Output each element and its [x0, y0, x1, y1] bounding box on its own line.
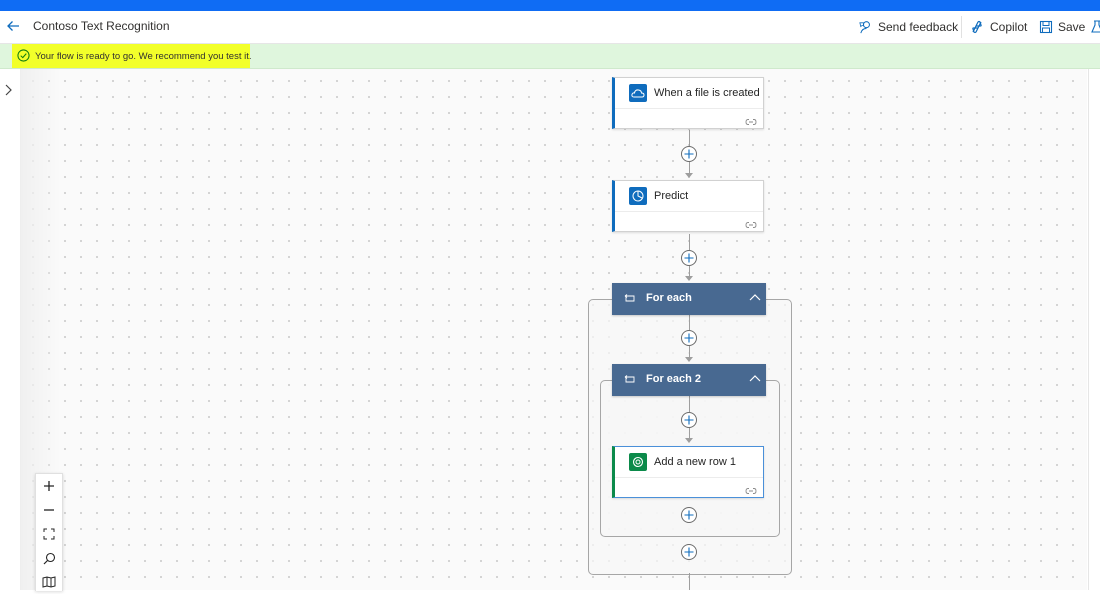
connector-arrow — [685, 173, 693, 178]
feedback-icon — [859, 20, 870, 33]
plus-icon — [684, 253, 694, 263]
connector-arrow — [685, 438, 693, 443]
node-divider — [615, 477, 763, 478]
trigger-node[interactable]: When a file is created — [612, 77, 764, 129]
plus-icon — [684, 415, 694, 425]
chevron-up-icon[interactable] — [748, 373, 762, 385]
test-button[interactable] — [1091, 17, 1100, 37]
node-divider — [615, 108, 763, 109]
chevron-right-icon — [5, 84, 12, 96]
node-divider — [615, 211, 763, 212]
expand-panel-button[interactable] — [2, 83, 14, 102]
fit-view-button[interactable] — [36, 522, 62, 546]
zoom-out-button[interactable] — [36, 498, 62, 522]
chevron-up-icon[interactable] — [748, 292, 762, 304]
insert-step-button[interactable] — [681, 412, 697, 428]
insert-step-button[interactable] — [681, 544, 697, 560]
search-icon — [43, 552, 55, 564]
copilot-icon — [972, 20, 982, 34]
link-icon — [745, 482, 757, 500]
onedrive-cloud-icon — [629, 84, 647, 102]
back-arrow-icon — [7, 21, 19, 31]
foreach-header[interactable]: For each — [612, 283, 766, 315]
add-row-label: Add a new row 1 — [654, 456, 736, 468]
flow-canvas[interactable] — [21, 69, 1087, 590]
plus-icon — [684, 510, 694, 520]
search-button[interactable] — [36, 546, 62, 570]
ai-builder-icon — [629, 187, 647, 205]
left-rail — [0, 69, 21, 590]
plus-icon — [684, 333, 694, 343]
fit-view-icon — [43, 528, 55, 540]
zoom-controls — [35, 473, 63, 591]
send-feedback-button[interactable]: Send feedback — [858, 17, 958, 37]
connector — [689, 234, 690, 250]
zoom-out-icon — [44, 509, 54, 511]
insert-step-button[interactable] — [681, 507, 697, 523]
plus-icon — [684, 547, 694, 557]
connector — [689, 315, 690, 330]
save-icon — [1039, 20, 1053, 34]
minimap-button[interactable] — [36, 570, 62, 594]
link-icon — [745, 216, 757, 234]
vertical-scrollbar[interactable] — [1088, 69, 1100, 590]
connector — [689, 396, 690, 412]
minimap-icon — [42, 576, 56, 588]
zoom-in-button[interactable] — [36, 474, 62, 498]
top-accent-bar — [0, 0, 1100, 11]
dataverse-icon — [629, 453, 647, 471]
foreach2-header[interactable]: For each 2 — [612, 364, 766, 396]
flask-icon — [1091, 20, 1100, 33]
add-row-node[interactable]: Add a new row 1 — [612, 446, 764, 498]
predict-node[interactable]: Predict — [612, 180, 764, 232]
plus-icon — [684, 149, 694, 159]
insert-step-button[interactable] — [681, 250, 697, 266]
copilot-button[interactable]: Copilot — [969, 17, 1027, 37]
connector — [689, 130, 690, 146]
success-check-icon — [17, 49, 30, 62]
header-divider — [961, 16, 962, 38]
insert-step-button[interactable] — [681, 330, 697, 346]
connector-arrow — [685, 357, 693, 362]
status-banner: Your flow is ready to go. We recommend y… — [0, 44, 1100, 69]
insert-step-button[interactable] — [681, 146, 697, 162]
back-button[interactable] — [4, 16, 24, 36]
loop-icon — [624, 375, 635, 383]
trigger-label: When a file is created — [654, 87, 760, 99]
send-feedback-label: Send feedback — [878, 20, 959, 34]
save-label: Save — [1058, 20, 1086, 34]
zoom-in-icon — [44, 481, 54, 491]
banner-message: Your flow is ready to go. We recommend y… — [35, 51, 252, 62]
predict-label: Predict — [654, 190, 689, 202]
connector — [689, 573, 690, 590]
app-header: Contoso Text Recognition Send feedback C… — [0, 11, 1100, 44]
link-icon — [745, 113, 757, 131]
foreach-label: For each — [646, 292, 692, 304]
copilot-label: Copilot — [990, 20, 1028, 34]
foreach2-label: For each 2 — [646, 373, 702, 385]
connector-arrow — [685, 276, 693, 281]
save-button[interactable]: Save — [1039, 17, 1085, 37]
flow-title: Contoso Text Recognition — [33, 19, 170, 33]
loop-icon — [624, 294, 635, 302]
